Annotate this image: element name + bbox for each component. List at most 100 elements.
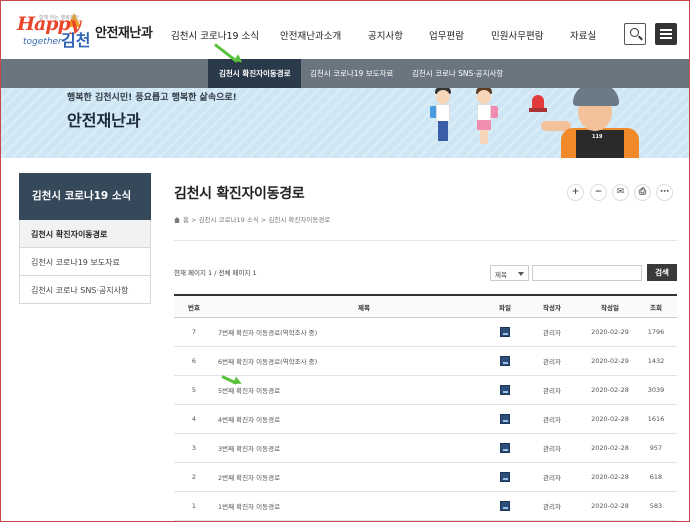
- row-num: 3: [191, 444, 197, 452]
- search-field-select-value: 제목: [495, 271, 507, 279]
- row-date: 2020-02-28: [591, 444, 629, 452]
- row-title-link[interactable]: 4번째 확진자 이동경로: [214, 405, 514, 433]
- sub-nav-item-sns[interactable]: 김천시 코로나 SNS·공지사항: [412, 68, 503, 79]
- sidebar-item-route[interactable]: 김천시 확진자이동경로: [19, 220, 151, 248]
- row-title-link[interactable]: 1번째 확진자 이동경로: [214, 492, 514, 520]
- nav-item-corona-news[interactable]: 김천시 코로나19 소식: [171, 28, 259, 42]
- attachment-icon[interactable]: [500, 327, 510, 337]
- row-date: 2020-02-28: [591, 415, 629, 423]
- email-icon[interactable]: ✉: [612, 184, 629, 201]
- sub-nav-item-press[interactable]: 김천시 코로나19 보도자료: [310, 68, 393, 79]
- city-logo[interactable]: Happy 함께 하는 행복김천 together 김천: [17, 13, 95, 53]
- col-header-title: 제목: [358, 303, 370, 312]
- attachment-icon[interactable]: [500, 385, 510, 395]
- sub-nav-item-route[interactable]: 김천시 확진자이동경로: [219, 68, 291, 79]
- row-file: [490, 463, 520, 491]
- row-views: 583: [649, 502, 663, 510]
- print-icon[interactable]: ⎙: [634, 184, 651, 201]
- breadcrumb-corona[interactable]: 김천시 코로나19 소식: [199, 216, 259, 224]
- row-num: 7: [191, 328, 197, 336]
- department-title[interactable]: 안전재난과: [95, 22, 153, 41]
- attachment-icon[interactable]: [500, 414, 510, 424]
- row-author: 관리자: [543, 387, 561, 395]
- siren-icon: [532, 95, 544, 109]
- chevron-down-icon: [518, 272, 524, 276]
- zoom-out-button[interactable]: −: [590, 184, 607, 201]
- row-views: 1616: [647, 415, 665, 423]
- row-author: 관리자: [543, 474, 561, 482]
- table-row[interactable]: 4 4번째 확진자 이동경로 관리자 2020-02-28 1616: [174, 405, 677, 434]
- row-author: 관리자: [543, 329, 561, 337]
- hamburger-icon-line: [660, 33, 672, 35]
- attachment-icon[interactable]: [500, 443, 510, 453]
- table-row[interactable]: 1 1번째 확진자 이동경로 관리자 2020-02-28 583: [174, 492, 677, 521]
- page-banner: 행복한 김천시민! 풍요롭고 행복한 삶속으로! 안전재난과 119: [1, 88, 689, 158]
- sidebar-item-sns[interactable]: 김천시 코로나 SNS·공지사항: [19, 276, 151, 304]
- logo-city-text: 김천: [61, 31, 91, 50]
- divider: [174, 240, 677, 241]
- row-title-link[interactable]: 2번째 확진자 이동경로: [214, 463, 514, 491]
- attachment-icon[interactable]: [500, 472, 510, 482]
- row-title-link[interactable]: 5번째 확진자 이동경로: [214, 376, 514, 404]
- banner-slogan: 행복한 김천시민! 풍요롭고 행복한 삶속으로!: [67, 93, 237, 103]
- site-header: Happy 함께 하는 행복김천 together 김천 안전재난과 김천시 코…: [1, 1, 689, 59]
- row-num: 4: [191, 415, 197, 423]
- col-header-views: 조회: [650, 303, 662, 312]
- nav-item-dept-intro[interactable]: 안전재난과소개: [280, 28, 341, 42]
- search-input[interactable]: [532, 265, 642, 281]
- breadcrumb-current: 김천시 확진자이동경로: [268, 216, 331, 224]
- row-author: 관리자: [543, 445, 561, 453]
- breadcrumb: 홈 > 김천시 코로나19 소식 > 김천시 확진자이동경로: [174, 214, 330, 224]
- table-row[interactable]: 6 6번째 확진자 이동경로(역학조사 중) 관리자 2020-02-29 14…: [174, 347, 677, 376]
- search-submit-button[interactable]: 검색: [647, 264, 677, 281]
- logo-together-text: together: [23, 37, 62, 47]
- logo-tagline: 함께 하는 행복김천: [39, 15, 79, 21]
- row-date: 2020-02-28: [591, 386, 629, 394]
- row-views: 1796: [647, 328, 665, 336]
- sidebar-item-press[interactable]: 김천시 코로나19 보도자료: [19, 248, 151, 276]
- banner-title: 안전재난과: [67, 111, 141, 130]
- home-icon[interactable]: [174, 217, 180, 223]
- row-views: 618: [649, 473, 663, 481]
- share-icon[interactable]: ⋯: [656, 184, 673, 201]
- attachment-icon[interactable]: [500, 501, 510, 511]
- table-row[interactable]: 7 7번째 확진자 이동경로(역학조사 중) 관리자 2020-02-29 17…: [174, 318, 677, 347]
- sidebar: 김천시 코로나19 소식 김천시 확진자이동경로 김천시 코로나19 보도자료 …: [19, 173, 151, 304]
- row-date: 2020-02-29: [591, 357, 629, 365]
- row-views: 3039: [647, 386, 665, 394]
- table-row[interactable]: 2 2번째 확진자 이동경로 관리자 2020-02-28 618: [174, 463, 677, 492]
- page-title: 김천시 확진자이동경로: [174, 186, 305, 202]
- zoom-in-button[interactable]: +: [567, 184, 584, 201]
- table-row[interactable]: 5 5번째 확진자 이동경로 관리자 2020-02-28 3039: [174, 376, 677, 405]
- row-title-link[interactable]: 7번째 확진자 이동경로(역학조사 중): [214, 318, 514, 346]
- col-header-date: 작성일: [601, 303, 619, 312]
- nav-item-archive[interactable]: 자료실: [570, 28, 596, 42]
- nav-item-manual[interactable]: 업무편람: [429, 28, 464, 42]
- row-date: 2020-02-28: [591, 502, 629, 510]
- nav-item-notice[interactable]: 공지사항: [368, 28, 403, 42]
- sidebar-title: 김천시 코로나19 소식: [19, 173, 151, 220]
- row-num: 1: [191, 502, 197, 510]
- menu-button[interactable]: [655, 23, 677, 45]
- search-button[interactable]: [624, 23, 646, 45]
- row-file: [490, 405, 520, 433]
- row-views: 957: [649, 444, 663, 452]
- search-field-select[interactable]: 제목: [490, 265, 529, 281]
- row-date: 2020-02-29: [591, 328, 629, 336]
- table-row[interactable]: 3 3번째 확진자 이동경로 관리자 2020-02-28 957: [174, 434, 677, 463]
- row-views: 1432: [647, 357, 665, 365]
- row-num: 5: [191, 386, 197, 394]
- row-author: 관리자: [543, 416, 561, 424]
- vest-label: 119: [592, 134, 603, 140]
- col-header-num: 번호: [188, 303, 200, 312]
- row-title-link[interactable]: 6번째 확진자 이동경로(역학조사 중): [214, 347, 514, 375]
- row-title-link[interactable]: 3번째 확진자 이동경로: [214, 434, 514, 462]
- nav-item-civil-manual[interactable]: 민원사무편람: [491, 28, 543, 42]
- row-file: [490, 492, 520, 520]
- col-header-author: 작성자: [543, 303, 561, 312]
- siren-base: [529, 108, 547, 112]
- breadcrumb-separator: >: [191, 216, 199, 224]
- attachment-icon[interactable]: [500, 356, 510, 366]
- breadcrumb-home[interactable]: 홈: [183, 216, 189, 224]
- hamburger-icon-line: [660, 37, 672, 39]
